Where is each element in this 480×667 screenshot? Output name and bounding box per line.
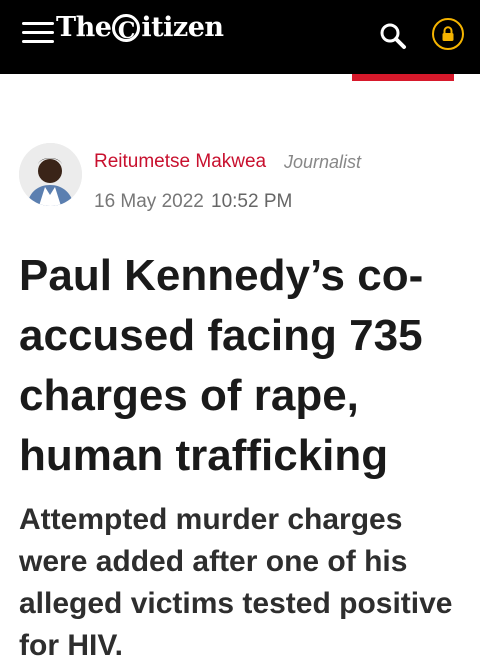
menu-icon[interactable]	[22, 20, 54, 44]
author-avatar[interactable]	[19, 143, 82, 206]
publish-time: 10:52 PM	[211, 191, 293, 212]
search-icon[interactable]	[379, 22, 407, 50]
site-logo[interactable]: The Citizen	[56, 12, 224, 44]
premium-lock-button[interactable]	[432, 18, 464, 50]
article-subheadline: Attempted murder charges were added afte…	[19, 503, 453, 662]
author-role: Journalist	[284, 152, 362, 172]
top-navigation-bar: The Citizen	[0, 0, 480, 74]
section-tab-accent	[352, 74, 454, 81]
publish-date: 16 May 2022	[94, 191, 204, 212]
article-headline: Paul Kennedy’s co-accused facing 735 cha…	[19, 251, 424, 480]
lock-icon	[442, 26, 454, 41]
author-name[interactable]: Reitumetse Makwea	[94, 151, 266, 173]
